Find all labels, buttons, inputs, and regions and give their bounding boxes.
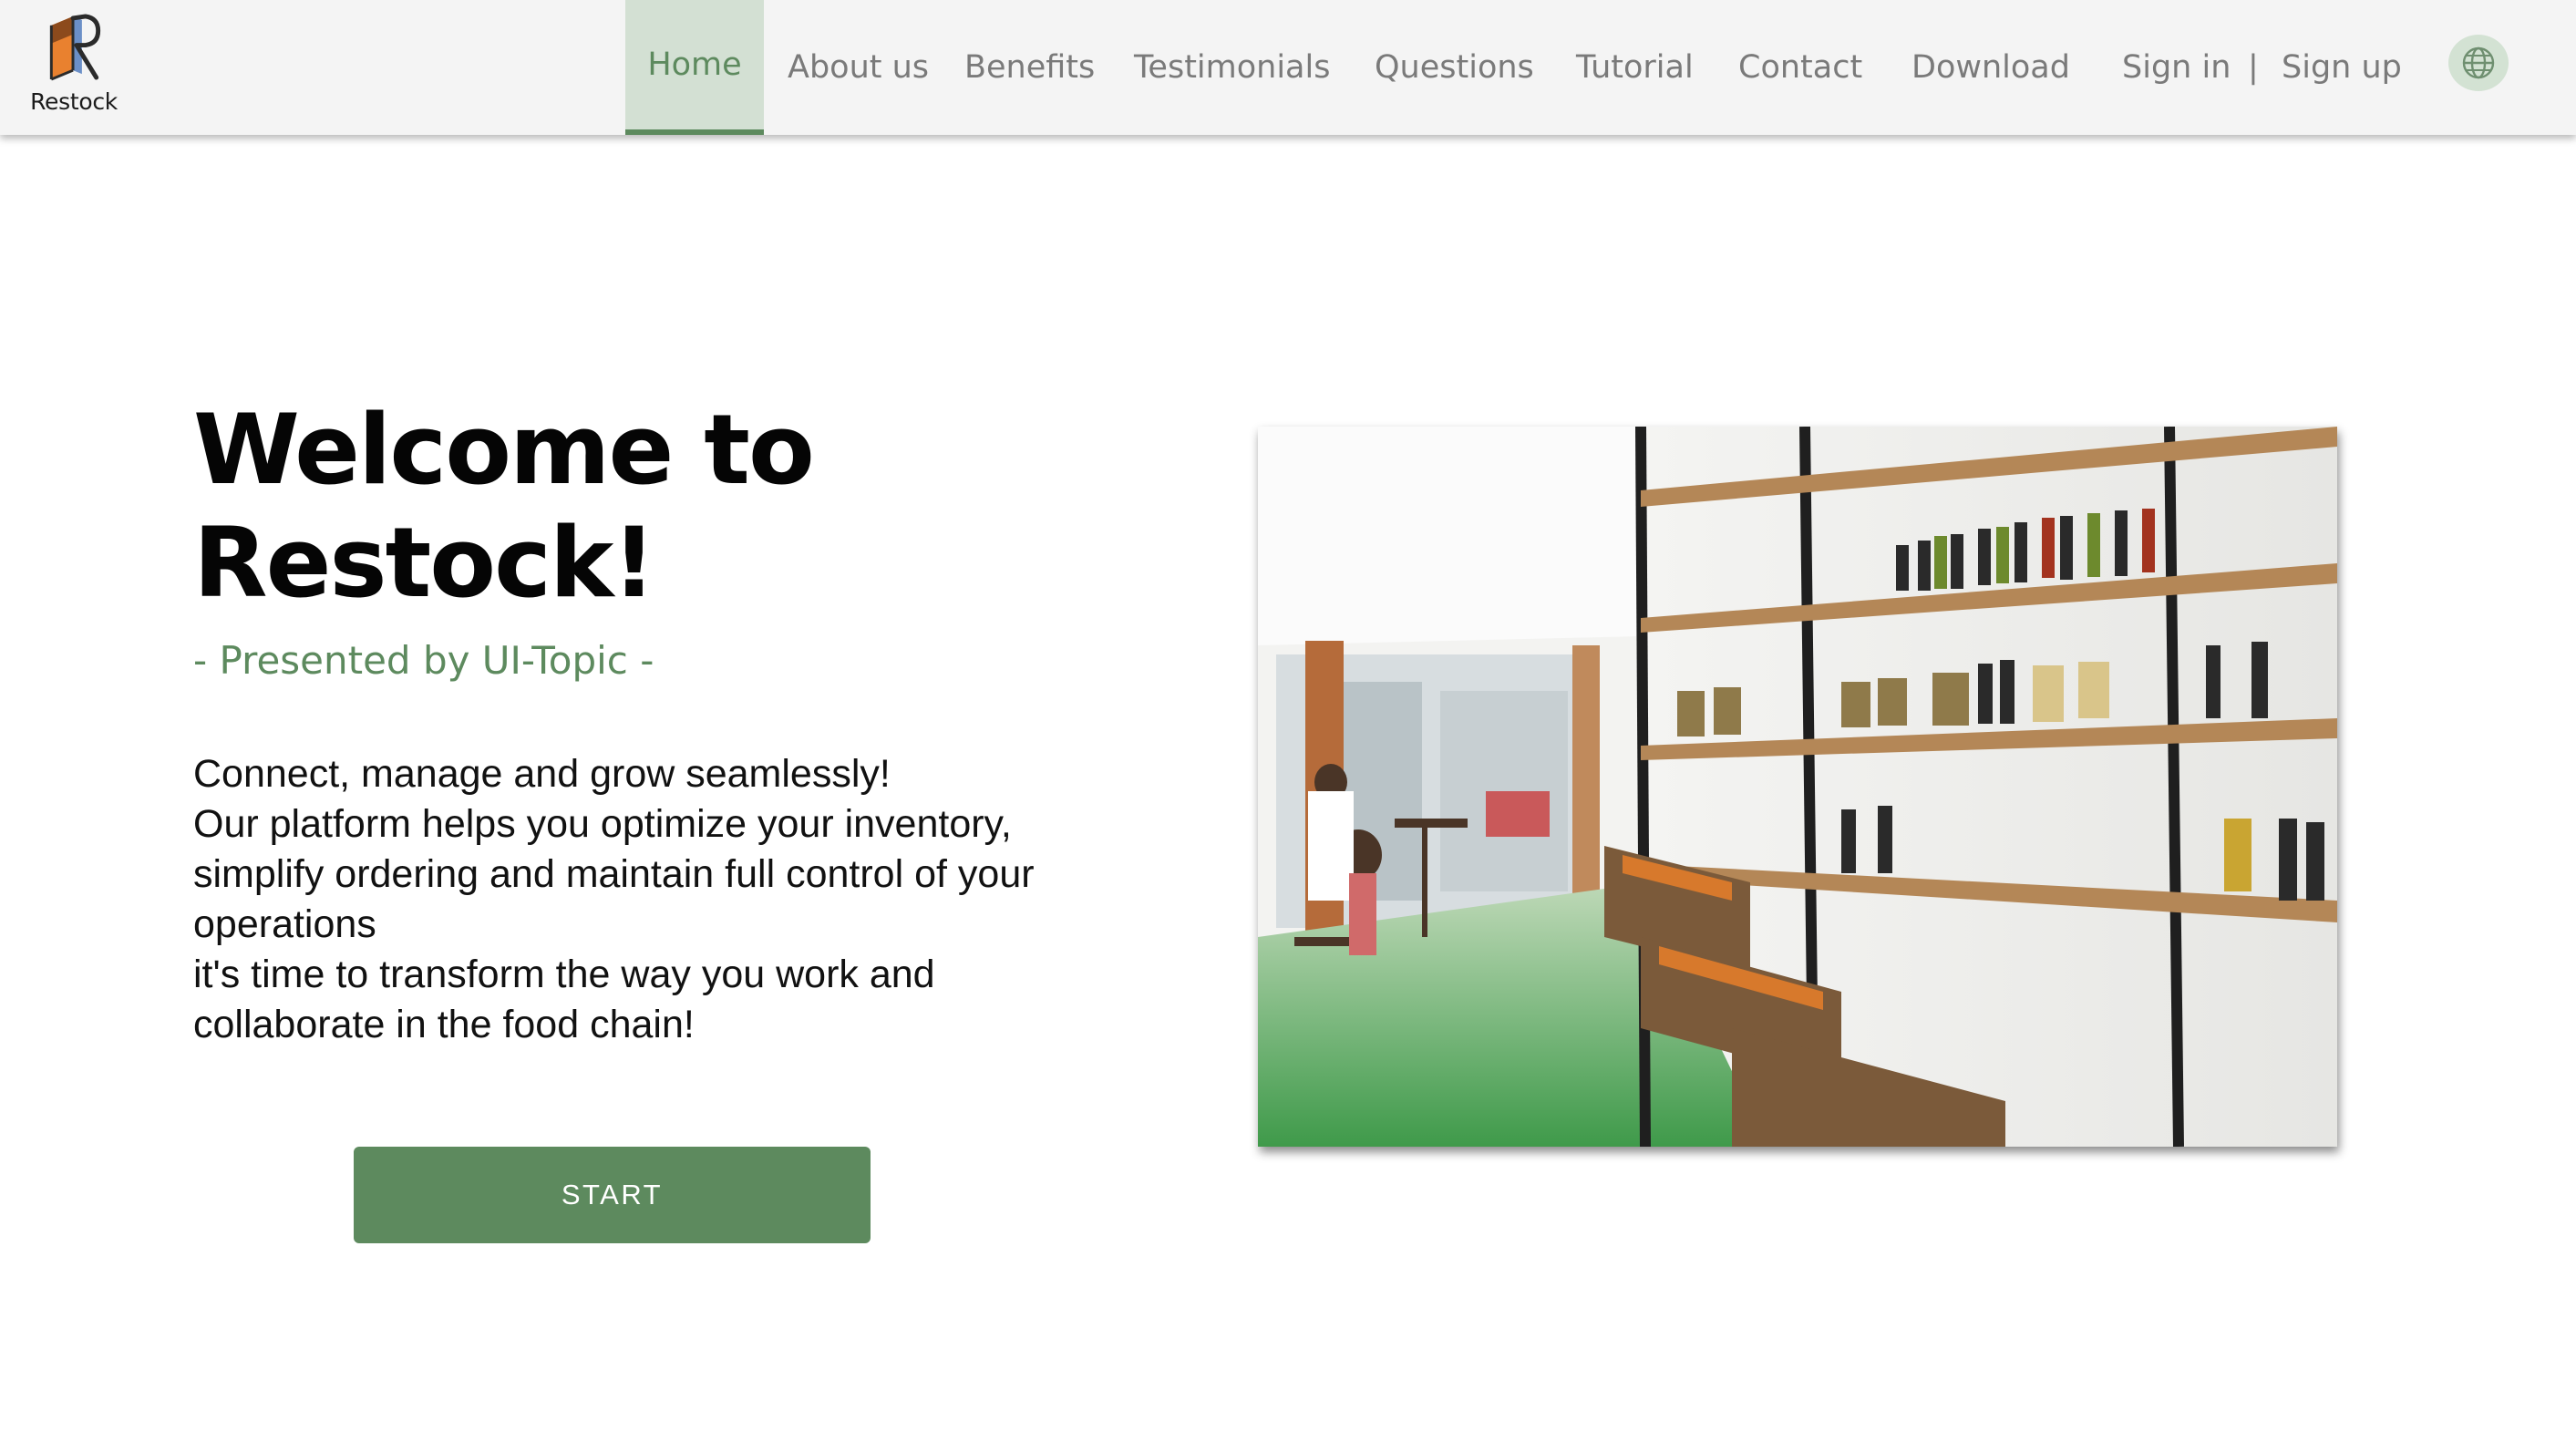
nav-contact[interactable]: Contact — [1738, 0, 1862, 135]
hero-title-line-2: Restock! — [193, 507, 656, 619]
nav-tutorial[interactable]: Tutorial — [1576, 0, 1694, 135]
hero-subtitle: - Presented by UI-Topic - — [193, 638, 654, 683]
description-line: operations — [193, 902, 376, 946]
auth-separator: | — [2248, 49, 2259, 86]
description-line: simplify ordering and maintain full cont… — [193, 852, 1035, 896]
nav-about-us[interactable]: About us — [788, 0, 929, 135]
store-photo-illustration — [1258, 427, 2337, 1147]
language-button[interactable] — [2448, 35, 2509, 91]
sign-in-link[interactable]: Sign in — [2122, 0, 2231, 135]
sign-up-link[interactable]: Sign up — [2282, 0, 2402, 135]
description-line: Our platform helps you optimize your inv… — [193, 802, 1012, 846]
globe-icon — [2462, 46, 2495, 79]
description-line: it's time to transform the way you work … — [193, 953, 935, 996]
nav-testimonials[interactable]: Testimonials — [1134, 0, 1330, 135]
nav-download[interactable]: Download — [1911, 0, 2070, 135]
hero-description: Connect, manage and grow seamlessly! Our… — [193, 749, 1114, 1050]
store-interior-photo — [1258, 427, 2337, 1147]
main-nav: Home About us Benefits Testimonials Ques… — [0, 0, 2576, 135]
nav-questions[interactable]: Questions — [1375, 0, 1534, 135]
hero-title: Welcome to Restock! — [193, 394, 1105, 620]
start-button[interactable]: START — [354, 1147, 871, 1243]
nav-home[interactable]: Home — [625, 0, 764, 135]
top-navbar: Restock Home About us Benefits Testimoni… — [0, 0, 2576, 135]
description-line: collaborate in the food chain! — [193, 1003, 695, 1046]
description-line: Connect, manage and grow seamlessly! — [193, 752, 891, 796]
hero-title-line-1: Welcome to — [193, 394, 815, 506]
nav-benefits[interactable]: Benefits — [964, 0, 1095, 135]
